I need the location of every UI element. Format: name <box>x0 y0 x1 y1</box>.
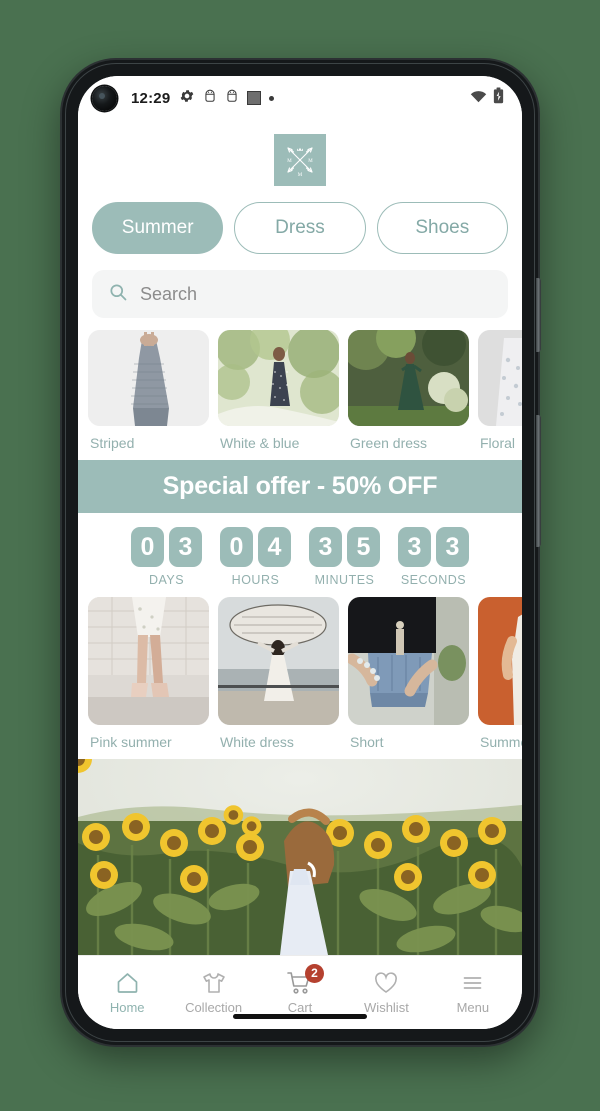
hamburger-icon <box>460 971 485 995</box>
home-icon <box>115 971 140 995</box>
heart-icon <box>373 971 399 995</box>
countdown-unit-hours: 0 4 HOURS <box>220 527 291 587</box>
front-camera-punch-hole <box>92 85 117 111</box>
product-card[interactable]: Floral <box>478 330 522 460</box>
product-row-bottom: Pink summer White dress Short Summ <box>78 597 522 760</box>
countdown-digit: 3 <box>436 527 469 568</box>
svg-text:M: M <box>308 159 313 164</box>
product-image-floral <box>478 330 522 426</box>
wifi-icon <box>470 89 487 108</box>
hero-banner-sunflower-field[interactable] <box>78 759 522 956</box>
product-image-pink-summer <box>88 597 209 726</box>
nav-label: Collection <box>185 999 243 1015</box>
search-container <box>78 266 522 330</box>
home-indicator[interactable] <box>233 1014 367 1019</box>
countdown-unit-seconds: 3 3 SECONDS <box>398 527 469 587</box>
product-card[interactable]: Green dress <box>348 330 469 460</box>
countdown-unit-minutes: 3 5 MINUTES <box>309 527 380 587</box>
nav-item-cart[interactable]: 2 Cart <box>257 963 343 1015</box>
product-label: Floral <box>480 435 516 451</box>
category-chip-label: Dress <box>275 217 325 238</box>
status-bar-time: 12:29 <box>131 89 171 107</box>
product-label: Pink summer <box>90 734 172 751</box>
countdown-digit: 5 <box>347 527 380 568</box>
product-label: White dress <box>220 734 294 751</box>
product-card[interactable]: Short <box>348 597 469 759</box>
nav-item-wishlist[interactable]: Wishlist <box>343 971 429 1015</box>
search-icon <box>108 282 128 307</box>
product-image-white-dress <box>218 597 339 726</box>
dot-icon <box>269 95 275 101</box>
battery-charging-icon <box>493 87 504 109</box>
status-bar-left-icons <box>179 88 275 109</box>
countdown-unit-days: 0 3 DAYS <box>131 527 202 587</box>
nav-label: Cart <box>287 999 313 1015</box>
android-robot-icon <box>225 88 239 109</box>
countdown-digit: 3 <box>169 527 202 568</box>
countdown-digit: 4 <box>258 527 291 568</box>
countdown-timer: 0 3 DAYS 0 4 HOURS 3 5 MINUTES 3 3 SECON… <box>78 513 522 598</box>
category-chips: Summer Dress Shoes <box>78 196 522 266</box>
app-logo-container: M M M <box>78 120 522 196</box>
svg-text:M: M <box>298 173 303 178</box>
nav-label: Wishlist <box>364 999 409 1015</box>
product-card[interactable]: White dress <box>218 597 339 759</box>
countdown-digit: 3 <box>309 527 342 568</box>
status-bar: 12:29 <box>78 76 522 120</box>
product-label: Short <box>350 734 384 751</box>
countdown-label: DAYS <box>148 573 185 588</box>
crossed-arrows-crown-logo[interactable]: M M M <box>274 134 326 186</box>
countdown-digit: 0 <box>131 527 164 568</box>
search-box[interactable] <box>92 270 508 318</box>
product-image-striped <box>88 330 209 426</box>
cart-icon: 2 <box>287 963 325 995</box>
special-offer-banner[interactable]: Special offer - 50% OFF <box>78 460 522 514</box>
volume-rocker-button[interactable] <box>536 278 541 352</box>
countdown-digit: 0 <box>220 527 253 568</box>
product-image-white-and-blue <box>218 330 339 426</box>
product-row-top: Striped White & blue Green dress Floral <box>78 330 522 461</box>
tshirt-icon <box>201 971 227 995</box>
category-chip-summer[interactable]: Summer <box>92 202 224 254</box>
countdown-label: HOURS <box>231 573 280 588</box>
cart-badge: 2 <box>305 963 325 983</box>
category-chip-shoes[interactable]: Shoes <box>376 202 508 254</box>
search-input[interactable] <box>140 283 492 305</box>
product-image-summer <box>478 597 522 726</box>
nav-item-collection[interactable]: Collection <box>170 971 256 1015</box>
phone-screen: 12:29 M M M Summer Dress Shoes Search St… <box>78 76 522 1029</box>
product-label: Striped <box>90 435 135 451</box>
product-card[interactable]: White & blue <box>218 330 339 460</box>
nav-item-menu[interactable]: Menu <box>430 971 516 1015</box>
nav-item-home[interactable]: Home <box>84 971 170 1015</box>
category-chip-label: Summer <box>121 217 194 238</box>
nav-label: Home <box>109 999 145 1015</box>
countdown-label: MINUTES <box>314 573 375 588</box>
product-card[interactable]: Striped <box>88 330 209 460</box>
product-card[interactable]: Pink summer <box>88 597 209 759</box>
product-label: Summer <box>480 734 522 751</box>
product-card[interactable]: Summer <box>478 597 522 759</box>
product-label: Green dress <box>350 435 428 451</box>
status-bar-right-icons <box>470 87 504 109</box>
power-button[interactable] <box>536 415 541 547</box>
nav-label: Menu <box>456 999 490 1015</box>
product-image-short <box>348 597 469 726</box>
gear-icon <box>179 88 195 109</box>
category-chip-label: Shoes <box>415 217 470 238</box>
product-image-green-dress <box>348 330 469 426</box>
svg-text:M: M <box>287 159 292 164</box>
product-label: White & blue <box>220 435 300 451</box>
android-robot-icon <box>203 88 217 109</box>
countdown-digit: 3 <box>398 527 431 568</box>
phone-frame: 12:29 M M M Summer Dress Shoes Search St… <box>62 60 541 1045</box>
square-icon <box>247 91 262 105</box>
category-chip-dress[interactable]: Dress <box>234 202 366 254</box>
countdown-label: SECONDS <box>400 573 467 588</box>
